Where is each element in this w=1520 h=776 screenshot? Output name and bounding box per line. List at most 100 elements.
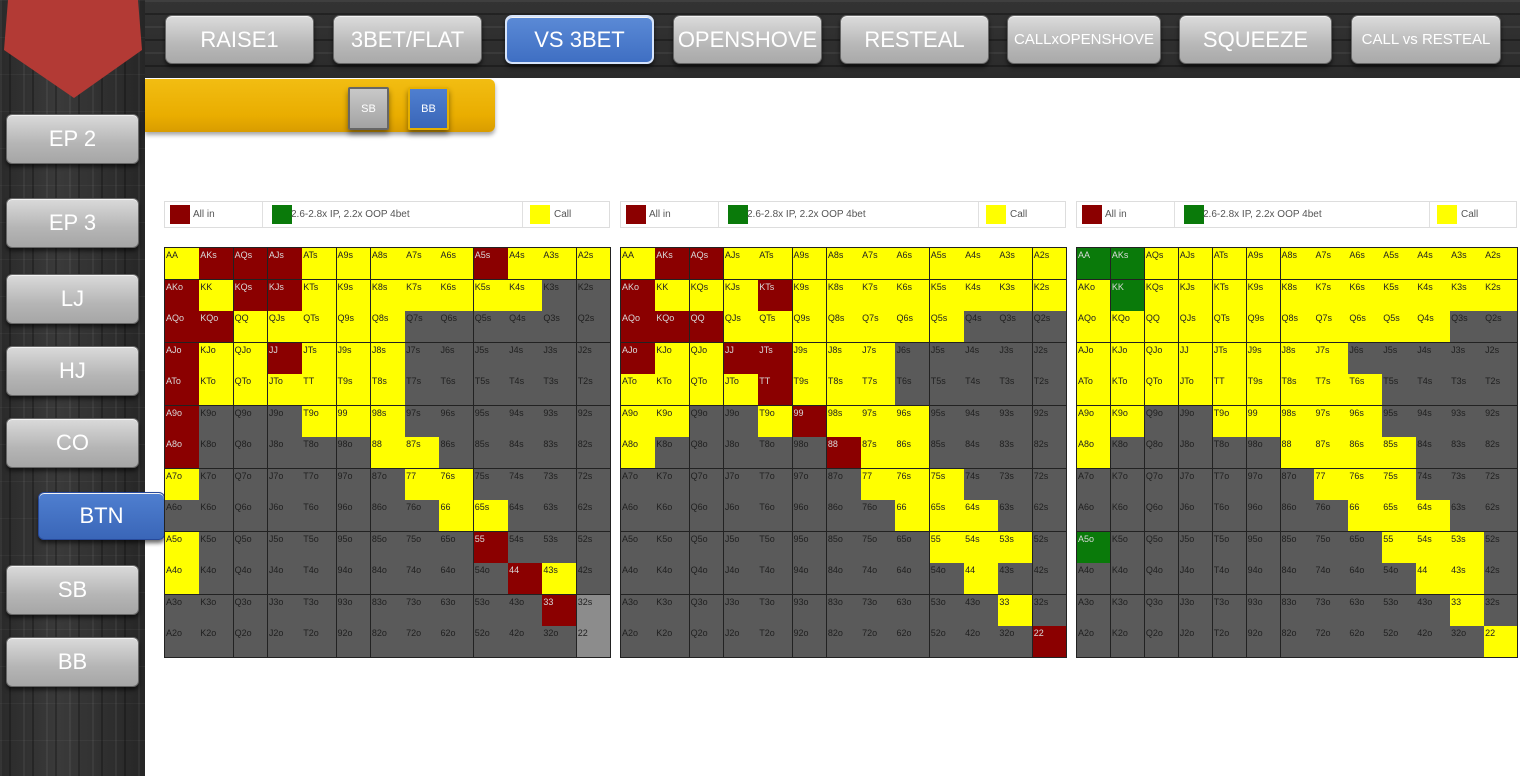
- hand-cell[interactable]: J3s: [998, 342, 1034, 375]
- hand-cell[interactable]: K8s: [1280, 279, 1315, 312]
- hand-cell[interactable]: 55: [473, 531, 509, 564]
- hand-cell[interactable]: J9s: [1246, 342, 1282, 375]
- hand-cell[interactable]: Q9o: [689, 405, 725, 438]
- hand-cell[interactable]: A5s: [929, 248, 965, 281]
- hand-cell[interactable]: ATo: [621, 374, 656, 407]
- hand-cell[interactable]: A6s: [1348, 248, 1383, 281]
- hand-cell[interactable]: 64s: [508, 500, 543, 533]
- hand-cell[interactable]: Q9o: [233, 405, 269, 438]
- hand-cell[interactable]: 62o: [1348, 626, 1383, 659]
- hand-cell[interactable]: KJs: [1178, 279, 1214, 312]
- tab-call-vs-resteal[interactable]: CALL vs RESTEAL: [1351, 15, 1501, 64]
- hand-cell[interactable]: J6s: [439, 342, 475, 375]
- hand-cell[interactable]: K2s: [1032, 279, 1068, 312]
- hand-cell[interactable]: J5s: [929, 342, 965, 375]
- hand-cell[interactable]: K2o: [199, 626, 235, 659]
- hand-cell[interactable]: 74o: [861, 563, 896, 596]
- hand-cell[interactable]: Q8o: [1144, 437, 1180, 470]
- hand-cell[interactable]: AKs: [199, 248, 235, 281]
- hand-cell[interactable]: J8s: [1280, 342, 1315, 375]
- hand-cell[interactable]: A3o: [165, 594, 200, 627]
- hand-cell[interactable]: Q7s: [861, 311, 896, 344]
- hand-cell[interactable]: JTo: [267, 374, 303, 407]
- hand-cell[interactable]: 93s: [998, 405, 1034, 438]
- hand-cell[interactable]: 62o: [895, 626, 931, 659]
- hand-cell[interactable]: 76s: [439, 468, 475, 501]
- hand-cell[interactable]: 97s: [861, 405, 896, 438]
- toggle-sb-button[interactable]: SB: [348, 87, 389, 130]
- hand-cell[interactable]: AJs: [1178, 248, 1214, 281]
- tab-openshove[interactable]: OPENSHOVE: [673, 15, 822, 64]
- hand-cell[interactable]: Q3s: [998, 311, 1034, 344]
- hand-cell[interactable]: 85o: [1280, 531, 1315, 564]
- tab-resteal[interactable]: RESTEAL: [840, 15, 989, 64]
- hand-cell[interactable]: J5o: [723, 531, 759, 564]
- hand-cell[interactable]: 43s: [998, 563, 1034, 596]
- hand-cell[interactable]: J6o: [723, 500, 759, 533]
- hand-cell[interactable]: T9o: [302, 405, 338, 438]
- hand-cell[interactable]: 72o: [861, 626, 896, 659]
- hand-cell[interactable]: 75o: [1314, 531, 1349, 564]
- hand-cell[interactable]: J6s: [1348, 342, 1383, 375]
- hand-cell[interactable]: 87o: [370, 468, 406, 501]
- hand-cell[interactable]: J3o: [267, 594, 303, 627]
- side-item-co[interactable]: CO: [6, 418, 139, 468]
- hand-cell[interactable]: A7s: [861, 248, 896, 281]
- hand-cell[interactable]: 73s: [1450, 468, 1485, 501]
- hand-cell[interactable]: J2s: [1484, 342, 1519, 375]
- hand-cell[interactable]: 95s: [473, 405, 509, 438]
- hand-cell[interactable]: T4s: [1416, 374, 1451, 407]
- hand-cell[interactable]: A3s: [542, 248, 578, 281]
- hand-cell[interactable]: 42s: [1484, 563, 1519, 596]
- hand-cell[interactable]: A6s: [439, 248, 475, 281]
- hand-cell[interactable]: T8s: [1280, 374, 1315, 407]
- hand-cell[interactable]: Q5s: [473, 311, 509, 344]
- hand-cell[interactable]: AKs: [655, 248, 691, 281]
- hand-cell[interactable]: 95o: [336, 531, 372, 564]
- hand-cell[interactable]: T8o: [1212, 437, 1248, 470]
- hand-cell[interactable]: 98s: [826, 405, 862, 438]
- hand-cell[interactable]: 75s: [473, 468, 509, 501]
- hand-cell[interactable]: 92o: [1246, 626, 1282, 659]
- hand-cell[interactable]: K5s: [473, 279, 509, 312]
- hand-cell[interactable]: KK: [1110, 279, 1146, 312]
- side-item-sb[interactable]: SB: [6, 565, 139, 615]
- hand-cell[interactable]: 95s: [929, 405, 965, 438]
- hand-cell[interactable]: AQo: [165, 311, 200, 344]
- hand-cell[interactable]: KTo: [1110, 374, 1146, 407]
- hand-cell[interactable]: 76s: [1348, 468, 1383, 501]
- hand-cell[interactable]: AA: [1077, 248, 1112, 281]
- hand-cell[interactable]: 44: [964, 563, 999, 596]
- toggle-bb-button[interactable]: BB: [408, 87, 449, 130]
- hand-cell[interactable]: J2s: [576, 342, 612, 375]
- hand-cell[interactable]: 52o: [473, 626, 509, 659]
- hand-cell[interactable]: 88: [370, 437, 406, 470]
- hand-cell[interactable]: 84o: [826, 563, 862, 596]
- hand-cell[interactable]: KQs: [689, 279, 725, 312]
- hand-cell[interactable]: QJs: [1178, 311, 1214, 344]
- hand-cell[interactable]: T3o: [302, 594, 338, 627]
- hand-cell[interactable]: T7s: [1314, 374, 1349, 407]
- hand-cell[interactable]: J8s: [370, 342, 406, 375]
- hand-cell[interactable]: J9o: [723, 405, 759, 438]
- hand-cell[interactable]: 94s: [964, 405, 999, 438]
- hand-cell[interactable]: AJo: [1077, 342, 1112, 375]
- hand-cell[interactable]: KTs: [1212, 279, 1248, 312]
- hand-cell[interactable]: Q8s: [370, 311, 406, 344]
- hand-cell[interactable]: T8o: [758, 437, 794, 470]
- hand-cell[interactable]: K8s: [370, 279, 406, 312]
- hand-cell[interactable]: 85s: [929, 437, 965, 470]
- hand-cell[interactable]: A6o: [1077, 500, 1112, 533]
- hand-cell[interactable]: 64o: [1348, 563, 1383, 596]
- hand-cell[interactable]: 43o: [964, 594, 999, 627]
- hand-cell[interactable]: 63o: [1348, 594, 1383, 627]
- hand-cell[interactable]: ATs: [758, 248, 794, 281]
- hand-cell[interactable]: A2s: [576, 248, 612, 281]
- hand-cell[interactable]: 62s: [576, 500, 612, 533]
- hand-cell[interactable]: K8o: [655, 437, 691, 470]
- hand-cell[interactable]: 98o: [336, 437, 372, 470]
- hand-cell[interactable]: 83o: [826, 594, 862, 627]
- hand-cell[interactable]: 73s: [998, 468, 1034, 501]
- hand-cell[interactable]: A9s: [1246, 248, 1282, 281]
- hand-cell[interactable]: Q2s: [576, 311, 612, 344]
